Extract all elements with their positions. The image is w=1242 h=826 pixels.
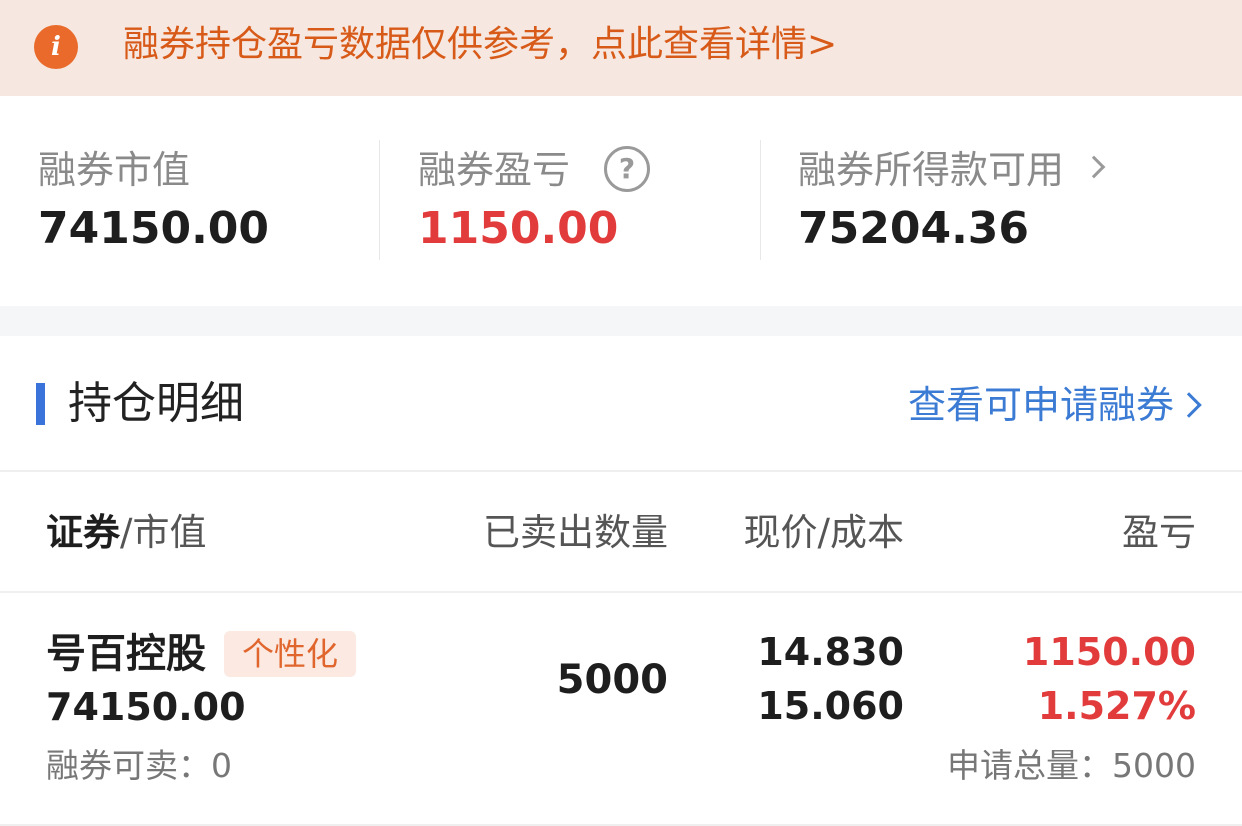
proceeds-stat[interactable]: 融券所得款可用 75204.36 bbox=[798, 144, 1106, 256]
stock-name-cell: 号百控股 个性化 bbox=[46, 627, 357, 681]
chevron-right-icon bbox=[1176, 392, 1202, 418]
col-security: 证券/市值 bbox=[46, 511, 207, 554]
notice-banner[interactable]: i 融券持仓盈亏数据仅供参考，点此查看详情> bbox=[0, 0, 1242, 96]
view-applicable-link[interactable]: 查看可申请融券 bbox=[907, 378, 1202, 432]
market-value-label: 融券市值 bbox=[38, 148, 191, 192]
notice-text: 融券持仓盈亏数据仅供参考，点此查看详情> bbox=[123, 24, 838, 65]
summary-panel: 融券市值 74150.00 融券盈亏? 1150.00 融券所得款可用 7520… bbox=[0, 96, 1242, 306]
profit-value: 1150.00 bbox=[418, 203, 619, 254]
divider bbox=[760, 140, 761, 260]
sold-qty: 5000 bbox=[556, 657, 668, 703]
table-header: 证券/市值 已卖出数量 现价/成本 盈亏 bbox=[0, 472, 1242, 593]
sellable-qty: 融券可卖：0 bbox=[46, 746, 232, 785]
row-profit: 1150.00 bbox=[1022, 630, 1196, 674]
col-price-cost: 现价/成本 bbox=[743, 511, 904, 554]
chevron-right-icon bbox=[1082, 155, 1106, 179]
row-market-value: 74150.00 bbox=[46, 685, 246, 729]
market-value-stat: 融券市值 74150.00 bbox=[38, 144, 269, 256]
cost-price: 15.060 bbox=[757, 684, 904, 728]
proceeds-label: 融券所得款可用 bbox=[798, 148, 1065, 192]
apply-total: 申请总量：5000 bbox=[947, 746, 1196, 785]
info-icon: i bbox=[34, 25, 78, 69]
stock-name: 号百控股 bbox=[46, 631, 206, 677]
profit-stat: 融券盈亏? 1150.00 bbox=[418, 144, 651, 256]
row-profit-pct: 1.527% bbox=[1037, 684, 1196, 728]
personalized-tag: 个性化 bbox=[224, 631, 357, 677]
proceeds-value: 75204.36 bbox=[798, 203, 1030, 254]
holdings-header: 持仓明细 查看可申请融券 bbox=[0, 336, 1242, 472]
help-icon[interactable]: ? bbox=[604, 145, 651, 192]
col-sold-qty: 已卖出数量 bbox=[483, 511, 668, 554]
table-row[interactable]: 号百控股 个性化 74150.00 融券可卖：0 5000 14.830 15.… bbox=[0, 593, 1242, 826]
view-applicable-label: 查看可申请融券 bbox=[907, 383, 1174, 427]
section-gap bbox=[0, 306, 1242, 336]
market-value: 74150.00 bbox=[38, 203, 270, 254]
current-price: 14.830 bbox=[757, 630, 904, 674]
holdings-title: 持仓明细 bbox=[68, 378, 244, 429]
section-accent-bar bbox=[36, 383, 45, 425]
divider bbox=[379, 140, 380, 260]
col-profit: 盈亏 bbox=[1122, 511, 1196, 554]
profit-label: 融券盈亏 bbox=[418, 148, 571, 192]
